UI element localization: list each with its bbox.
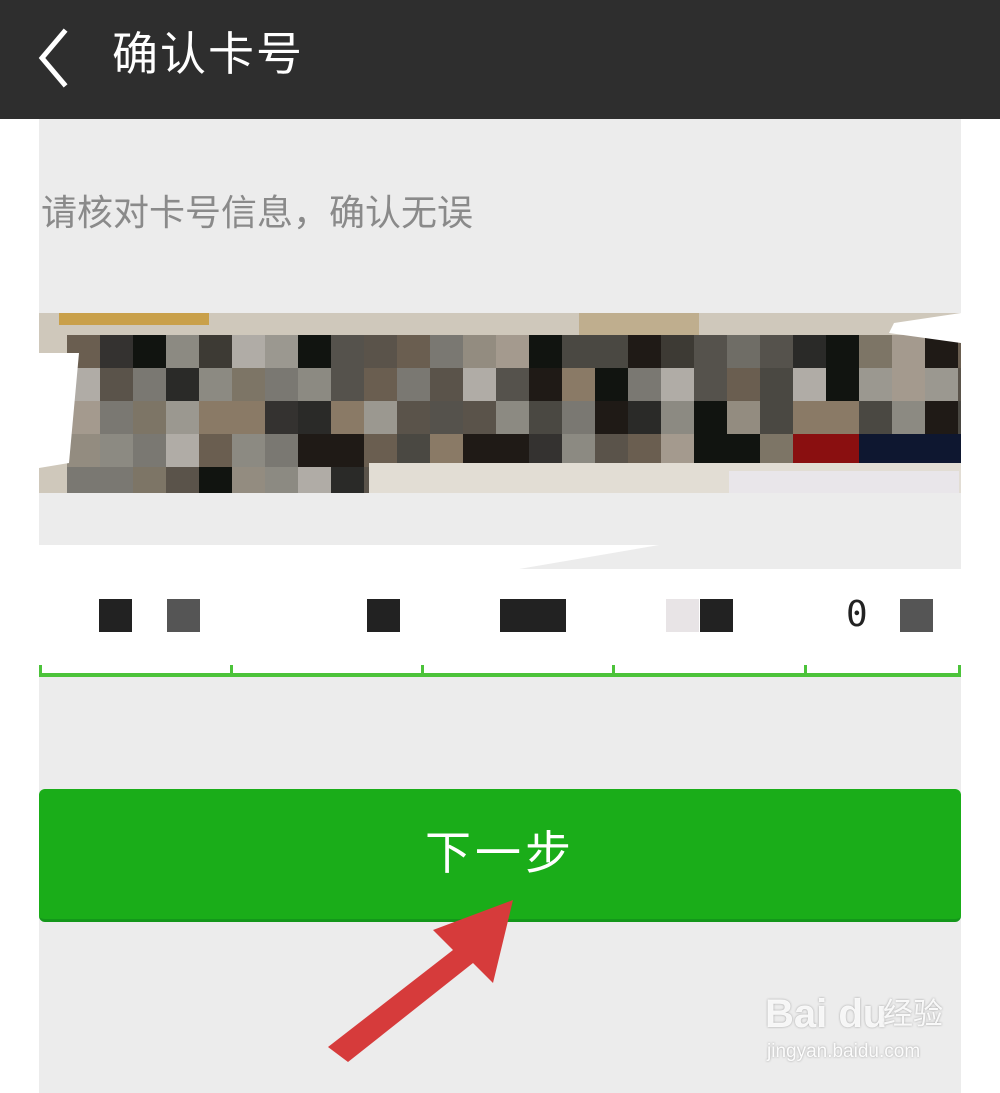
watermark-url: jingyan.baidu.com [767,1041,921,1062]
main-content: 请核对卡号信息，确认无误 0 下一步 [39,119,961,1093]
segment-tick [230,665,233,677]
card-image-pixelated [39,313,961,493]
input-underline [39,673,961,677]
masked-digit-block [167,599,200,632]
masked-digit-block [99,599,132,632]
masked-digit-block [367,599,400,632]
baidu-jingyan-watermark: Bai du 经验 jingyan.baidu.com [765,985,955,1070]
page-title: 确认卡号 [112,27,304,81]
segment-tick [958,665,961,677]
next-step-label: 下一步 [425,826,575,880]
segment-tick [612,665,615,677]
watermark-brand: Bai du [765,992,888,1036]
masked-digit-block [500,599,566,632]
watermark-brand-cn: 经验 [883,997,943,1032]
masked-digit-block [900,599,933,632]
masked-digit-block [666,599,699,632]
masked-digit-block [700,599,733,632]
segment-tick [39,665,42,677]
segment-tick [421,665,424,677]
card-number-digit: 0 [846,594,868,635]
chevron-left-icon [38,28,68,88]
next-step-button[interactable]: 下一步 [39,789,961,922]
segment-tick [804,665,807,677]
card-number-input[interactable]: 0 [39,581,961,649]
card-number-area: 0 [39,539,961,677]
title-bar: 确认卡号 [0,0,1000,119]
hint-text: 请核对卡号信息，确认无误 [41,193,474,234]
back-button[interactable] [22,18,92,98]
